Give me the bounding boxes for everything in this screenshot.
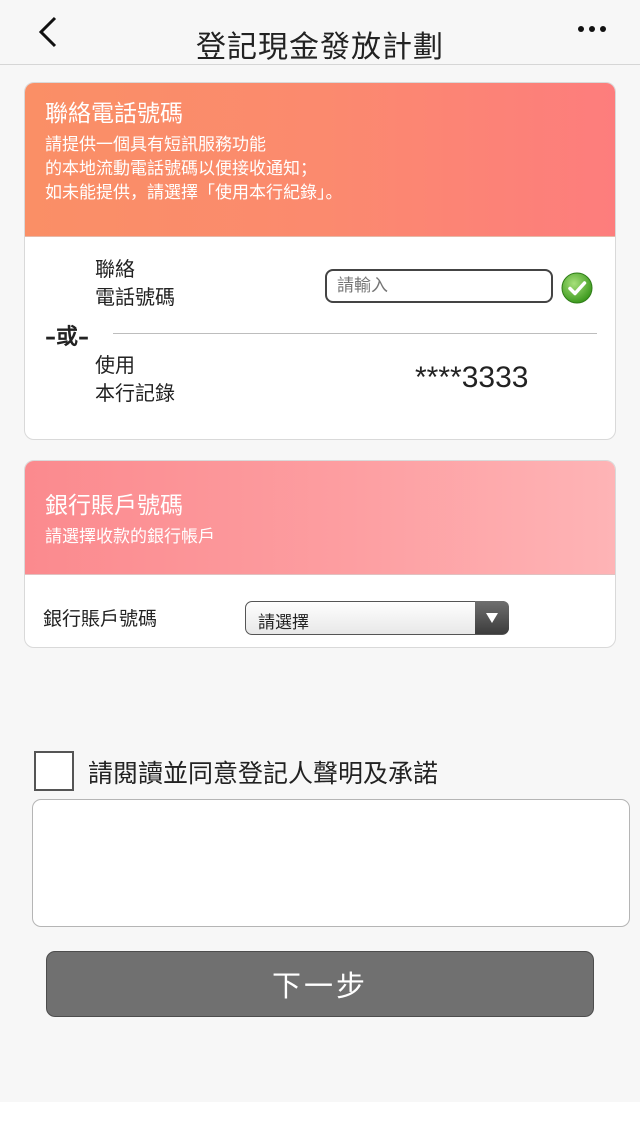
more-dots-icon [578, 26, 606, 32]
or-separator-label: –或– [45, 325, 90, 350]
bank-account-header: 銀行賬戶號碼 請選擇收款的銀行帳戶 [25, 461, 615, 575]
agreement-label[interactable]: 請閱讀並同意登記人聲明及承諾 [88, 754, 438, 790]
bank-account-select[interactable]: 請選擇 [245, 601, 509, 635]
dropdown-arrow[interactable] [475, 601, 509, 634]
contact-phone-header: 聯絡電話號碼 請提供一個具有短訊服務功能 的本地流動電話號碼以便接收通知； 如未… [25, 83, 615, 237]
page-title: 登記現金發放計劃 [196, 30, 444, 65]
bank-account-field-label: 銀行賬戶號碼 [43, 608, 158, 630]
triangle-down-icon [486, 612, 498, 623]
phone-input[interactable] [325, 269, 553, 303]
description-line: 請提供一個具有短訊服務功能 [45, 135, 266, 155]
agreement-checkbox[interactable] [34, 751, 74, 791]
phone-field-label: 聯絡 電話號碼 [95, 255, 175, 311]
top-nav-bar: 登記現金發放計劃 [0, 0, 640, 65]
contact-phone-card: 聯絡電話號碼 請提供一個具有短訊服務功能 的本地流動電話號碼以便接收通知； 如未… [24, 82, 616, 440]
agreement-text-box[interactable] [32, 799, 630, 927]
bank-account-card: 銀行賬戶號碼 請選擇收款的銀行帳戶 銀行賬戶號碼 請選擇 [24, 460, 616, 648]
select-value: 請選擇 [258, 613, 309, 633]
record-label-line: 使用 [95, 353, 135, 377]
masked-phone-number: ****3333 [415, 361, 529, 394]
phone-label-line: 電話號碼 [95, 285, 175, 309]
more-button[interactable] [572, 14, 612, 44]
record-label-line: 本行記錄 [95, 381, 175, 405]
next-step-button[interactable]: 下一步 [46, 951, 594, 1017]
bank-account-title: 銀行賬戶號碼 [45, 493, 183, 519]
use-bank-record-option[interactable]: 使用 本行記錄 [95, 351, 175, 407]
check-circle-icon [561, 272, 593, 304]
phone-label-line: 聯絡 [95, 257, 135, 281]
contact-phone-description: 請提供一個具有短訊服務功能 的本地流動電話號碼以便接收通知； 如未能提供，請選擇… [45, 133, 595, 205]
description-line: 的本地流動電話號碼以便接收通知； [45, 159, 317, 179]
bank-account-description: 請選擇收款的銀行帳戶 [45, 527, 215, 547]
bottom-area [0, 1102, 640, 1138]
description-line: 如未能提供，請選擇「使用本行紀錄」。 [45, 183, 343, 203]
or-divider-line [113, 333, 597, 334]
contact-phone-title: 聯絡電話號碼 [45, 101, 183, 127]
